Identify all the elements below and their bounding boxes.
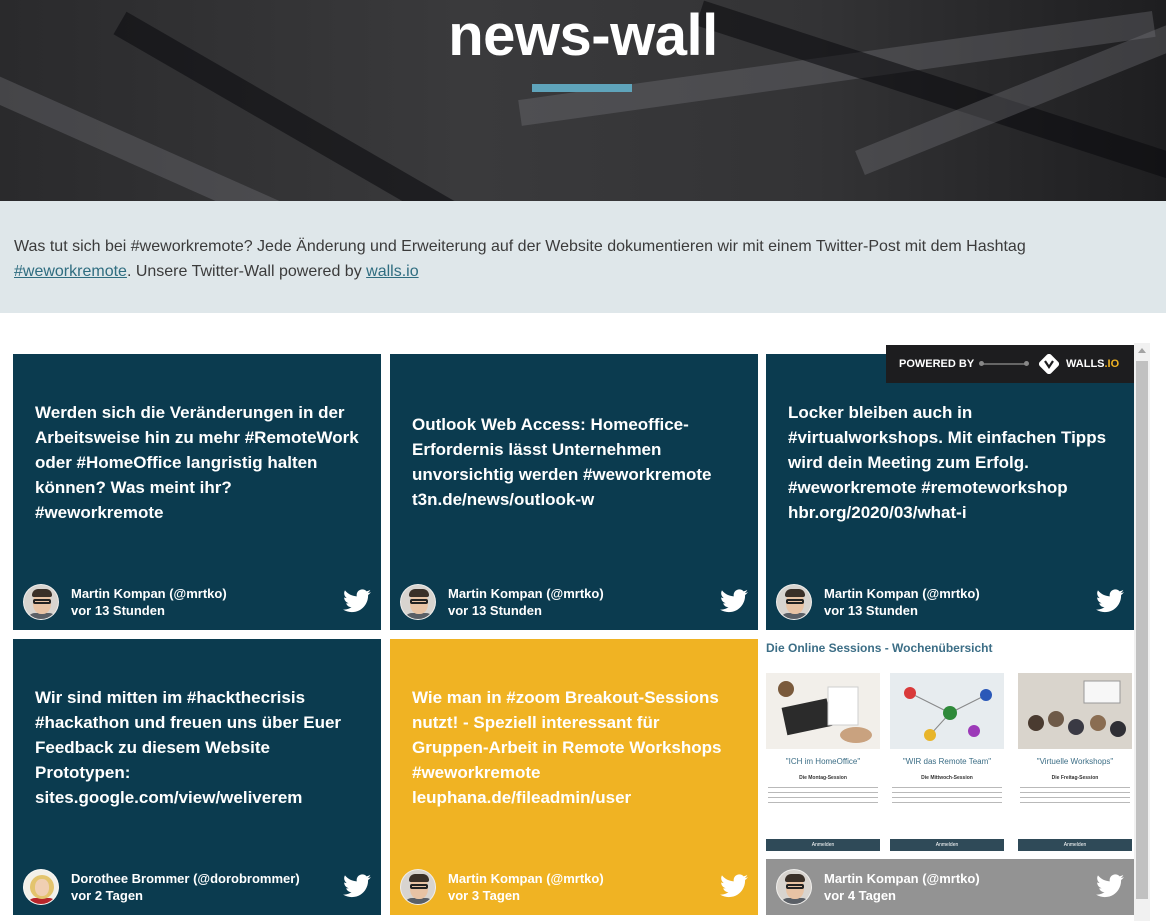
post-time[interactable]: vor 13 Stunden (448, 602, 604, 619)
post-text: Wir sind mitten im #hackthecrisis #hacka… (35, 687, 342, 807)
post-author: Martin Kompan (@mrtko) vor 4 Tagen (824, 870, 980, 904)
author-name[interactable]: Martin Kompan (@mrtko) (71, 585, 227, 602)
session-title: "ICH im HomeOffice" (785, 757, 861, 766)
image-heading: Die Online Sessions - Wochenübersicht (766, 641, 993, 655)
desk-photo (766, 673, 880, 749)
post-text: Locker bleiben auch in #virtualworkshops… (788, 402, 1107, 522)
post-time[interactable]: vor 13 Stunden (824, 602, 980, 619)
post-time[interactable]: vor 3 Tagen (448, 887, 604, 904)
post-footer: Martin Kompan (@mrtko) vor 13 Stunden (776, 584, 1124, 622)
register-button[interactable]: Anmelden (766, 839, 880, 851)
badge-dot (979, 361, 984, 366)
figures-photo (890, 673, 1004, 749)
author-name[interactable]: Martin Kompan (@mrtko) (448, 585, 604, 602)
twitter-icon[interactable] (343, 589, 371, 613)
post-card[interactable]: Locker bleiben auch in #virtualworkshops… (766, 354, 1134, 630)
session-column: "ICH im HomeOffice" Die Montag-Session A… (766, 673, 880, 853)
post-time[interactable]: vor 2 Tagen (71, 887, 300, 904)
author-name[interactable]: Dorothee Brommer (@dorobrommer) (71, 870, 300, 887)
session-description (1020, 787, 1130, 807)
post-card-highlighted[interactable]: Wie man in #zoom Breakout-Sessions nutzt… (390, 639, 758, 915)
post-text: Wie man in #zoom Breakout-Sessions nutzt… (412, 687, 722, 807)
post-author: Martin Kompan (@mrtko) vor 13 Stunden (448, 585, 604, 619)
post-footer: Martin Kompan (@mrtko) vor 13 Stunden (23, 584, 371, 622)
post-author: Martin Kompan (@mrtko) vor 3 Tagen (448, 870, 604, 904)
post-footer: Martin Kompan (@mrtko) vor 4 Tagen (776, 869, 1124, 907)
twitter-icon[interactable] (720, 589, 748, 613)
scrollbar-thumb[interactable] (1136, 361, 1148, 899)
post-footer: Martin Kompan (@mrtko) vor 13 Stunden (400, 584, 748, 622)
session-subtitle: Die Montag-Session (799, 775, 847, 781)
author-avatar[interactable] (23, 869, 59, 905)
wall-scrollbar[interactable] (1134, 343, 1150, 921)
badge-divider (981, 363, 1027, 365)
post-card[interactable]: Wir sind mitten im #hackthecrisis #hacka… (13, 639, 381, 915)
post-card-image[interactable]: Die Online Sessions - Wochenübersicht "I… (766, 639, 1134, 915)
author-avatar[interactable] (776, 869, 812, 905)
twitter-icon[interactable] (1096, 589, 1124, 613)
post-author: Martin Kompan (@mrtko) vor 13 Stunden (824, 585, 980, 619)
post-card[interactable]: Werden sich die Veränderungen in der Arb… (13, 354, 381, 630)
session-title: "Virtuelle Workshops" (1036, 757, 1114, 766)
twitter-icon[interactable] (720, 874, 748, 898)
author-avatar[interactable] (400, 869, 436, 905)
page-title: news-wall (448, 3, 718, 68)
post-time[interactable]: vor 13 Stunden (71, 602, 227, 619)
session-subtitle: Die Mittwoch-Session (921, 775, 973, 781)
post-text: Outlook Web Access: Homeoffice-Erfordern… (412, 415, 712, 509)
post-author: Dorothee Brommer (@dorobrommer) vor 2 Tag… (71, 870, 300, 904)
powered-by-label: POWERED BY (899, 358, 975, 370)
session-column: "Virtuelle Workshops" Die Freitag-Sessio… (1018, 673, 1132, 853)
author-avatar[interactable] (23, 584, 59, 620)
intro-text-middle: . Unsere Twitter-Wall powered by (126, 263, 367, 280)
post-footer: Martin Kompan (@mrtko) vor 3 Tagen (400, 869, 748, 907)
walls-io-wordmark-main: WALLS (1066, 358, 1105, 370)
session-description (892, 787, 1002, 807)
intro-text: Was tut sich bei #weworkremote? Jede Änd… (14, 238, 1026, 255)
badge-dot (1024, 361, 1029, 366)
walls-io-wordmark-suffix: .IO (1104, 358, 1120, 370)
author-name[interactable]: Martin Kompan (@mrtko) (448, 870, 604, 887)
intro-section: Was tut sich bei #weworkremote? Jede Änd… (0, 201, 1166, 313)
title-underline (532, 84, 632, 92)
session-column: "WIR das Remote Team" Die Mittwoch-Sessi… (890, 673, 1004, 853)
session-title: "WIR das Remote Team" (902, 757, 992, 766)
post-time[interactable]: vor 4 Tagen (824, 887, 980, 904)
author-name[interactable]: Martin Kompan (@mrtko) (824, 870, 980, 887)
register-button[interactable]: Anmelden (1018, 839, 1132, 851)
post-card[interactable]: Outlook Web Access: Homeoffice-Erfordern… (390, 354, 758, 630)
author-avatar[interactable] (400, 584, 436, 620)
hashtag-link[interactable]: #weworkremote (14, 263, 127, 280)
post-text: Werden sich die Veränderungen in der Arb… (35, 402, 359, 522)
walls-io-link[interactable]: walls.io (366, 263, 418, 280)
meeting-photo (1018, 673, 1132, 749)
session-subtitle: Die Freitag-Session (1051, 775, 1099, 781)
twitter-icon[interactable] (1096, 874, 1124, 898)
walls-io-wordmark: WALLS.IO (1066, 358, 1119, 370)
author-avatar[interactable] (776, 584, 812, 620)
post-author: Martin Kompan (@mrtko) vor 13 Stunden (71, 585, 227, 619)
post-footer: Dorothee Brommer (@dorobrommer) vor 2 Tag… (23, 869, 371, 907)
twitter-wall: Werden sich die Veränderungen in der Arb… (0, 313, 1166, 922)
author-name[interactable]: Martin Kompan (@mrtko) (824, 585, 980, 602)
session-description (768, 787, 878, 807)
walls-io-logo-icon (1039, 354, 1059, 374)
register-button[interactable]: Anmelden (890, 839, 1004, 851)
powered-by-walls-badge[interactable]: POWERED BY WALLS.IO (886, 345, 1134, 383)
twitter-icon[interactable] (343, 874, 371, 898)
header-banner: news-wall (0, 0, 1166, 201)
scroll-up-icon[interactable] (1138, 348, 1146, 353)
